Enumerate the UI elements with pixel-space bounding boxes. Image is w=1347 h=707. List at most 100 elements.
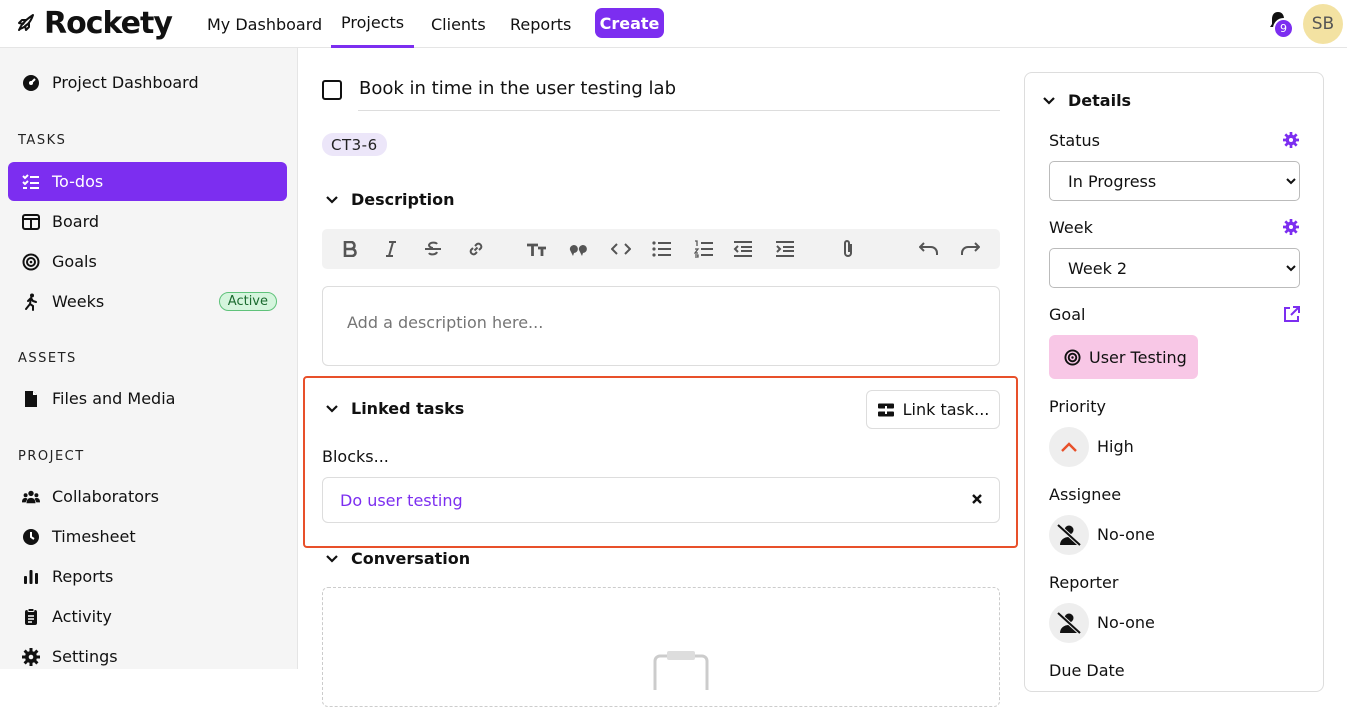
quote-icon[interactable] [568, 239, 588, 259]
nav-projects[interactable]: Projects [331, 0, 415, 48]
sidebar-item-label: Timesheet [52, 527, 136, 546]
details-header[interactable]: Details [1042, 91, 1131, 110]
assignee-label: Assignee [1049, 485, 1122, 504]
sidebar-item-files[interactable]: Files and Media [8, 379, 287, 418]
clock-icon [22, 528, 40, 546]
redo-icon[interactable] [960, 239, 980, 259]
sidebar-item-label: Reports [52, 567, 114, 586]
sidebar: Project Dashboard TASKS To-dos Board Goa… [0, 48, 298, 669]
italic-icon[interactable] [381, 239, 401, 259]
bold-icon[interactable] [340, 239, 360, 259]
sidebar-item-collaborators[interactable]: Collaborators [8, 477, 287, 516]
gear-icon[interactable] [1283, 219, 1299, 235]
gear-icon [22, 647, 40, 666]
nav-reports[interactable]: Reports [510, 0, 571, 48]
assignee-value[interactable]: No-one [1097, 525, 1155, 544]
description-input[interactable] [347, 313, 947, 332]
undo-icon[interactable] [919, 239, 939, 259]
editor-toolbar [322, 229, 1000, 269]
sidebar-item-label: Goals [52, 252, 97, 271]
due-date-label: Due Date [1049, 661, 1125, 680]
board-icon [22, 213, 40, 231]
conversation-header[interactable]: Conversation [325, 549, 470, 568]
clipboard-icon [22, 607, 40, 626]
user-slash-icon[interactable] [1049, 515, 1089, 555]
sidebar-item-label: Collaborators [52, 487, 159, 506]
priority-value[interactable]: High [1097, 437, 1134, 456]
tasks-heading: TASKS [18, 133, 67, 148]
task-detail: Book in time in the user testing lab CT3… [299, 48, 1019, 707]
target-icon [22, 253, 40, 271]
users-icon [22, 488, 40, 506]
reporter-value[interactable]: No-one [1097, 613, 1155, 632]
paperclip-icon[interactable] [838, 239, 858, 259]
sidebar-item-label: Weeks [52, 292, 105, 311]
bar-chart-icon [22, 568, 40, 586]
link-icon[interactable] [466, 239, 486, 259]
description-heading: Description [351, 190, 455, 209]
status-select[interactable]: In Progress [1049, 161, 1300, 201]
sidebar-item-activity[interactable]: Activity [8, 597, 287, 636]
nav-clients[interactable]: Clients [431, 0, 486, 48]
task-key-badge: CT3-6 [322, 133, 387, 156]
sidebar-item-reports[interactable]: Reports [8, 557, 287, 596]
week-select[interactable]: Week 2 [1049, 248, 1300, 288]
link-task-label: Link task... [902, 400, 990, 419]
priority-label: Priority [1049, 397, 1106, 416]
active-badge: Active [218, 292, 277, 311]
chevron-down-icon [326, 554, 338, 563]
status-label: Status [1049, 131, 1100, 150]
linked-task-link[interactable]: Do user testing [340, 491, 463, 510]
description-header[interactable]: Description [325, 190, 454, 209]
link-task-button[interactable]: Link task... [866, 390, 1000, 429]
strikethrough-icon[interactable] [423, 239, 443, 259]
task-complete-checkbox[interactable] [322, 80, 342, 100]
conversation-area [322, 587, 1000, 707]
reporter-label: Reporter [1049, 573, 1119, 592]
outdent-icon[interactable] [733, 239, 753, 259]
goal-pill[interactable]: User Testing [1049, 335, 1198, 379]
description-editor[interactable] [322, 286, 1000, 366]
sidebar-item-goals[interactable]: Goals [8, 242, 287, 281]
notification-badge: 9 [1273, 18, 1294, 39]
user-slash-icon[interactable] [1049, 603, 1089, 643]
app-logo[interactable]: Rockety [14, 6, 173, 41]
sidebar-item-label: Files and Media [52, 389, 176, 408]
details-panel: Details Status In Progress Week Week 2 G… [1024, 72, 1324, 692]
file-icon [22, 390, 40, 408]
checklist-icon [22, 173, 40, 191]
running-person-icon [22, 293, 40, 311]
sidebar-item-todos[interactable]: To-dos [8, 162, 287, 201]
sidebar-item-label: To-dos [52, 172, 104, 191]
goal-label: Goal [1049, 305, 1086, 324]
goal-value: User Testing [1089, 347, 1187, 367]
details-heading: Details [1068, 91, 1132, 110]
avatar[interactable]: SB [1303, 4, 1343, 44]
gear-icon[interactable] [1283, 132, 1299, 148]
week-label: Week [1049, 218, 1093, 237]
bulleted-list-icon[interactable] [652, 239, 672, 259]
linked-task-item: Do user testing [322, 477, 1000, 523]
project-heading: PROJECT [18, 449, 85, 464]
sidebar-item-project-dashboard[interactable]: Project Dashboard [8, 63, 287, 102]
external-link-icon[interactable] [1283, 306, 1300, 323]
text-size-icon[interactable] [526, 239, 548, 259]
linked-tasks-header[interactable]: Linked tasks [325, 399, 464, 418]
create-button[interactable]: Create [595, 8, 664, 38]
chevron-up-icon[interactable] [1049, 427, 1089, 467]
sidebar-item-weeks[interactable]: Weeks Active [8, 282, 287, 321]
task-title[interactable]: Book in time in the user testing lab [359, 78, 676, 99]
chevron-down-icon [1043, 96, 1055, 105]
code-icon[interactable] [611, 239, 631, 259]
numbered-list-icon[interactable] [694, 239, 714, 259]
sidebar-item-timesheet[interactable]: Timesheet [8, 517, 287, 556]
empty-clipboard-icon [653, 650, 709, 690]
linked-tasks-heading: Linked tasks [351, 399, 465, 418]
nav-my-dashboard[interactable]: My Dashboard [207, 0, 322, 48]
close-icon[interactable] [970, 492, 984, 506]
sidebar-item-settings[interactable]: Settings [8, 637, 287, 676]
sidebar-item-board[interactable]: Board [8, 202, 287, 241]
chevron-down-icon [326, 404, 338, 413]
indent-icon[interactable] [775, 239, 795, 259]
rocket-icon [14, 11, 38, 35]
